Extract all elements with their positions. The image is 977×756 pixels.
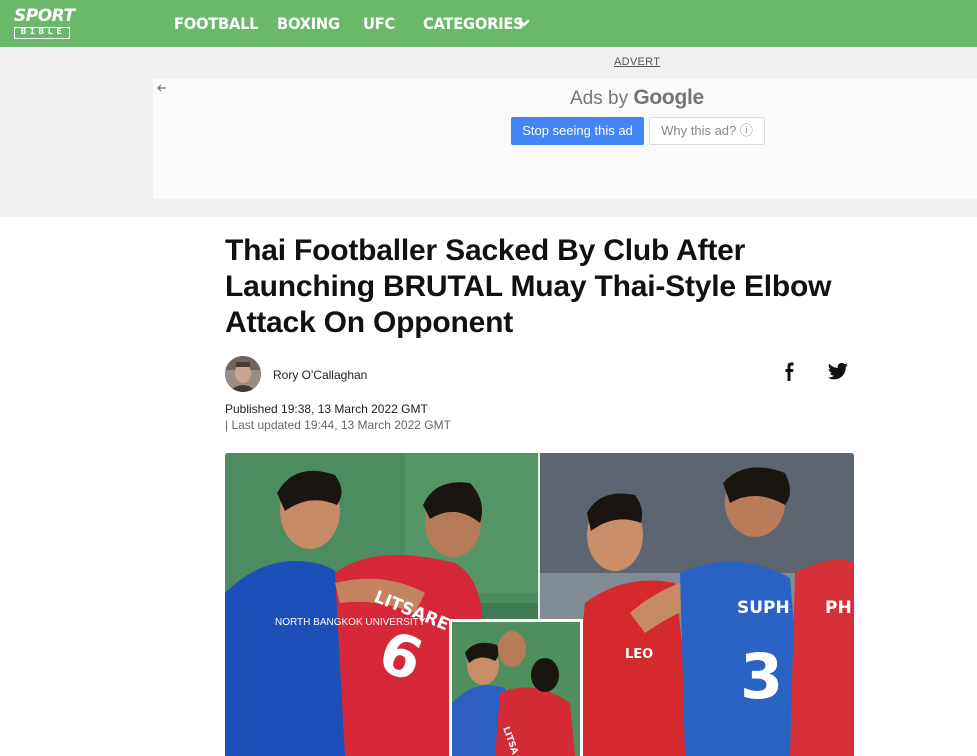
top-nav-bar: SPORT BIBLE FOOTBALL BOXING UFC CATEGORI… (0, 0, 977, 47)
hero-sponsor-right: LEO (625, 647, 653, 662)
ads-by-label: Ads by (570, 88, 634, 109)
hero-shirt-name-right: SUPH (737, 598, 790, 618)
article-title: Thai Footballer Sacked By Club After Lau… (225, 234, 832, 339)
advert-label: ADVERT (614, 56, 661, 68)
google-ad-box: Ads by Google Stop seeing this ad Why th… (153, 79, 977, 199)
logo-sport-text: SPORT (14, 6, 75, 26)
advert-section: ADVERT Ads by Google Stop seeing this ad… (0, 47, 977, 217)
nav-item-categories[interactable]: CATEGORIES (423, 14, 524, 34)
back-arrow-icon[interactable] (155, 81, 169, 95)
hero-shirt-name-far: PH (825, 598, 852, 618)
article-hero-image[interactable]: LITSARET 6 NORTH BANGKOK UNIVERSITY LEO … (225, 453, 854, 756)
hero-image-illustration: LITSARET 6 NORTH BANGKOK UNIVERSITY LEO … (225, 453, 854, 756)
logo-bible-text: BIBLE (14, 27, 70, 39)
ads-by-google: Ads by Google (570, 86, 704, 111)
last-updated-date: | Last updated 19:44, 13 March 2022 GMT (225, 418, 451, 432)
sportbible-logo[interactable]: SPORT BIBLE (14, 6, 75, 40)
google-wordmark: Google (633, 86, 704, 109)
twitter-icon[interactable] (827, 362, 849, 382)
published-date: Published 19:38, 13 March 2022 GMT (225, 402, 428, 416)
hero-shirt-number-right: 3 (740, 640, 783, 713)
nav-item-boxing[interactable]: BOXING (277, 14, 340, 34)
chevron-down-icon[interactable] (517, 16, 531, 30)
nav-item-ufc[interactable]: UFC (363, 14, 395, 34)
avatar-photo (225, 356, 261, 392)
facebook-icon[interactable] (781, 362, 797, 382)
why-this-ad-button[interactable]: Why this ad? ⓘ (649, 117, 765, 145)
hero-sponsor-left: NORTH BANGKOK UNIVERSITY (275, 617, 426, 628)
stop-seeing-ad-button[interactable]: Stop seeing this ad (511, 117, 644, 145)
author-avatar[interactable] (225, 356, 261, 392)
nav-item-football[interactable]: FOOTBALL (174, 14, 259, 34)
author-name[interactable]: Rory O'Callaghan (273, 368, 367, 382)
